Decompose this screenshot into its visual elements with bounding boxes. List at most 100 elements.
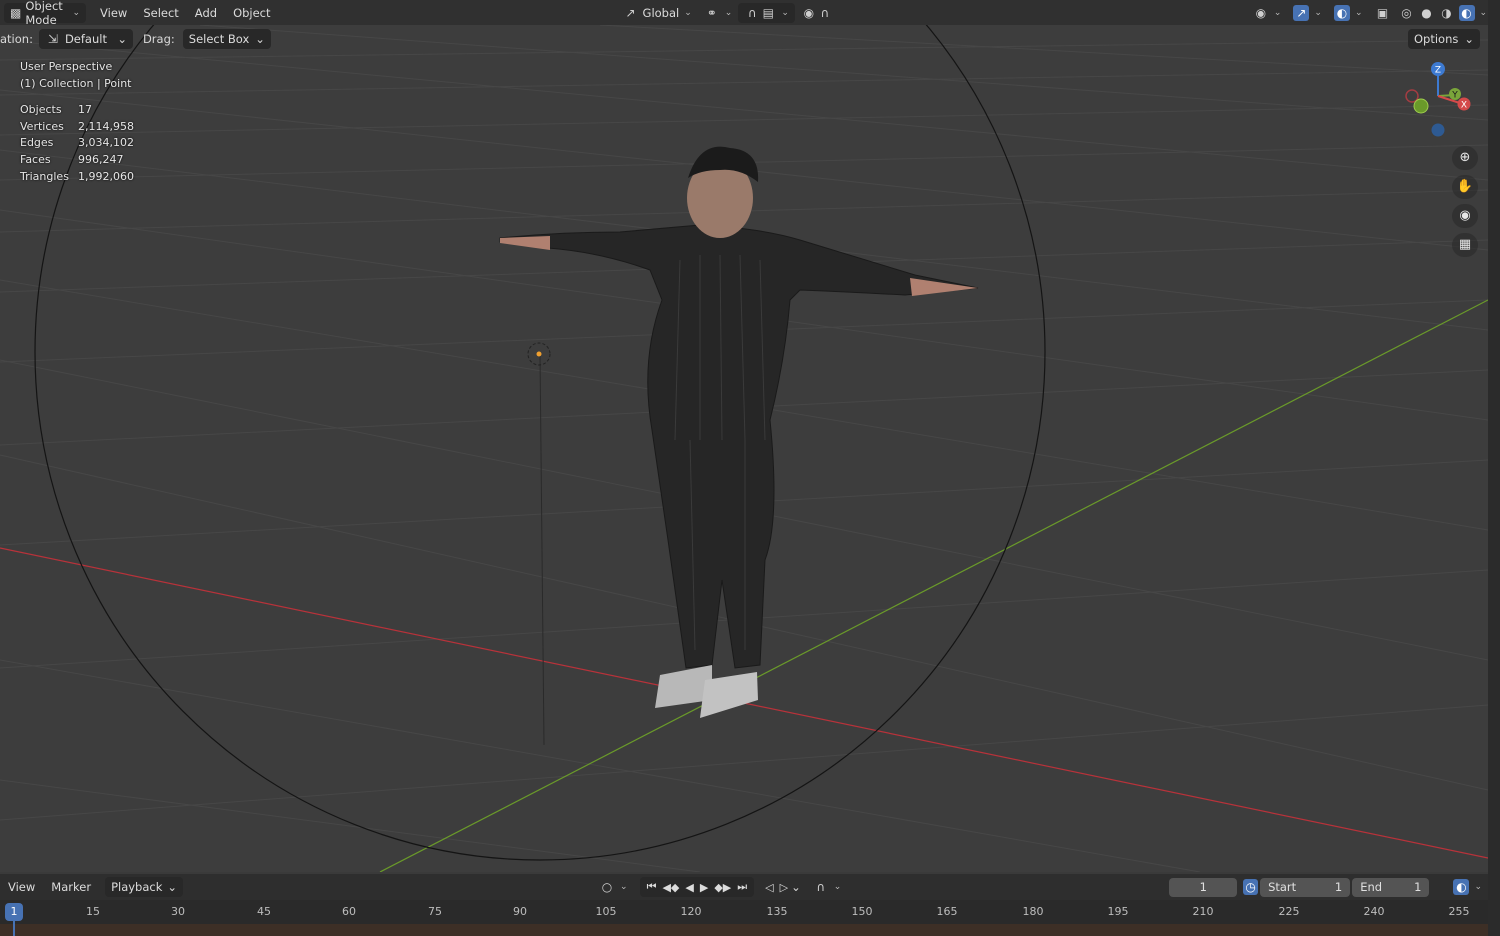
viewport-nav-tools: ⊕ ✋ ◉ ▦ — [1452, 146, 1478, 257]
current-frame-value: 1 — [1199, 880, 1207, 894]
chevron-down-icon: ⌄ — [1314, 7, 1322, 18]
xray-toggle[interactable]: ▣ — [1369, 3, 1397, 23]
timeline-track-area[interactable] — [0, 924, 1488, 936]
snap-toggle[interactable]: ∩ ▤ ⌄ — [738, 2, 795, 23]
gizmo-z-label: Z — [1435, 66, 1441, 76]
orientation-label: ation: — [0, 31, 33, 46]
grid-perspective-icon[interactable]: ▦ — [1452, 233, 1478, 257]
chevron-down-icon: ⌄ — [833, 882, 842, 892]
keying-icon: ∩ — [816, 880, 826, 894]
menu-object[interactable]: Object — [225, 3, 278, 23]
prev-frame-icon[interactable]: ◁ — [762, 881, 776, 894]
start-frame-field[interactable]: Start 1 — [1260, 877, 1351, 897]
ruler-tick: 75 — [428, 905, 442, 918]
options-dropdown[interactable]: Options ⌄ — [1407, 28, 1480, 49]
shading-wireframe[interactable]: ◎ — [1397, 3, 1417, 23]
hand-pan-icon[interactable]: ✋ — [1452, 175, 1478, 199]
next-frame-icon[interactable]: ▷ — [777, 881, 791, 894]
eye-icon: ◉ — [1255, 5, 1267, 20]
ruler-tick: 135 — [766, 905, 788, 918]
proportional-edit-icon: ◉ — [803, 5, 815, 20]
orientation-label: Global — [642, 5, 680, 20]
overlays-toggle[interactable]: ◐ ⌄ — [1328, 3, 1369, 23]
shading-solid[interactable]: ● — [1417, 3, 1437, 23]
play-icon[interactable]: ▶ — [697, 881, 711, 894]
auto-keying-toggle[interactable]: ○ ⌄ — [593, 877, 634, 897]
timeline-ruler[interactable]: 15 30 45 60 75 90 105 120 135 150 165 18… — [0, 900, 1488, 924]
tool-settings-bar: ation: ⇲ Default ⌄ Drag: Select Box ⌄ Op… — [0, 26, 1488, 51]
collection-label: (1) Collection | Point — [20, 76, 132, 90]
next-keyframe-icon[interactable]: ◆▶ — [711, 881, 734, 894]
shading-rendered[interactable]: ◐ ⌄ — [1457, 3, 1489, 23]
pivot-icon: ⚭ — [706, 5, 717, 20]
keyframe-nav: ◁ ▷ ⌄ — [762, 880, 801, 894]
menu-select[interactable]: Select — [135, 3, 186, 23]
wireframe-sphere-icon: ◎ — [1401, 5, 1412, 20]
options-label: Options — [1413, 31, 1459, 46]
ruler-tick: 120 — [680, 905, 702, 918]
menu-view[interactable]: View — [92, 3, 135, 23]
playback-controls: ⏮ ◀◆ ◀ ▶ ◆▶ ⏭ — [639, 877, 755, 897]
end-label: End — [1360, 880, 1383, 894]
playhead[interactable]: 1 — [5, 903, 23, 921]
ruler-tick: 105 — [595, 905, 617, 918]
gizmo-y-label: Y — [1451, 91, 1458, 101]
chevron-down-icon[interactable]: ⌄ — [791, 880, 801, 894]
timeline-menu-marker[interactable]: Marker — [43, 877, 99, 897]
navigation-gizmo[interactable]: Z Y X — [1398, 58, 1478, 138]
playback-dropdown[interactable]: Playback ⌄ — [105, 877, 184, 897]
shading-material[interactable]: ◑ — [1437, 3, 1457, 23]
timeline-menu-view[interactable]: View — [0, 877, 43, 897]
ruler-tick: 150 — [851, 905, 873, 918]
chevron-down-icon: ⌄ — [72, 7, 81, 18]
start-value: 1 — [1334, 880, 1343, 894]
menu-add[interactable]: Add — [187, 3, 225, 23]
snap-target-icon: ▤ — [762, 5, 774, 20]
chevron-down-icon: ⌄ — [1354, 7, 1363, 18]
play-reverse-icon[interactable]: ◀ — [682, 881, 696, 894]
timeline-overlay-toggle[interactable]: ◐ ⌄ — [1447, 877, 1488, 897]
prev-keyframe-icon[interactable]: ◀◆ — [659, 881, 682, 894]
keying-set-toggle[interactable]: ∩ ⌄ — [807, 877, 848, 897]
transform-icon: ⇲ — [47, 31, 58, 46]
overlays-icon: ◐ — [1333, 4, 1350, 21]
ruler-tick: 90 — [513, 905, 527, 918]
camera-icon[interactable]: ◉ — [1452, 204, 1478, 228]
viewport-grid — [0, 0, 1488, 872]
ruler-tick: 165 — [936, 905, 958, 918]
visibility-dropdown[interactable]: ◉ ⌄ — [1247, 3, 1288, 23]
playback-label: Playback — [111, 880, 163, 894]
falloff-icon: ∩ — [820, 5, 830, 20]
object-mode-icon: ▩ — [10, 5, 22, 20]
proportional-edit-toggle[interactable]: ◉ ∩ — [795, 3, 839, 23]
drag-dropdown[interactable]: Select Box ⌄ — [182, 28, 271, 49]
end-frame-field[interactable]: End 1 — [1352, 877, 1430, 897]
stat-row: Edges 3,034,102 — [20, 136, 134, 150]
y-axis-line — [379, 299, 1488, 872]
end-value: 1 — [1414, 880, 1422, 894]
chevron-down-icon: ⌄ — [781, 7, 789, 18]
zoom-icon[interactable]: ⊕ — [1452, 146, 1478, 170]
gizmo-toggle[interactable]: ↗ ⌄ — [1287, 3, 1328, 23]
drag-value: Select Box — [188, 31, 250, 46]
timeline-header: View Marker Playback ⌄ ○ ⌄ ⏮ ◀◆ ◀ ▶ ◆▶ ⏭… — [0, 874, 1488, 900]
transform-orientation-dropdown[interactable]: ↗ Global ⌄ — [617, 3, 698, 23]
jump-end-icon[interactable]: ⏭ — [734, 880, 750, 894]
overlays-icon: ◐ — [1453, 879, 1470, 895]
solid-sphere-icon: ● — [1421, 5, 1432, 20]
ruler-tick: 210 — [1192, 905, 1214, 918]
orientation-dropdown[interactable]: ⇲ Default ⌄ — [38, 28, 133, 49]
mode-selector[interactable]: ▩ Object Mode ⌄ — [4, 0, 87, 27]
preview-range-icon[interactable]: ◷ — [1243, 879, 1259, 895]
chevron-down-icon: ⌄ — [167, 880, 178, 894]
mode-label: Object Mode — [25, 0, 63, 27]
jump-start-icon[interactable]: ⏮ — [644, 880, 660, 894]
current-frame-field[interactable]: 1 — [1169, 877, 1238, 897]
blender-window: ▩ Object Mode ⌄ View Select Add Object ↗… — [0, 0, 1500, 936]
pivot-point-dropdown[interactable]: ⚭ ⌄ — [698, 3, 739, 23]
3d-viewport[interactable]: ▩ Object Mode ⌄ View Select Add Object ↗… — [0, 0, 1488, 872]
ruler-tick: 60 — [342, 905, 356, 918]
ruler-tick: 225 — [1278, 905, 1300, 918]
ruler-tick: 240 — [1363, 905, 1385, 918]
material-sphere-icon: ◑ — [1441, 5, 1452, 20]
